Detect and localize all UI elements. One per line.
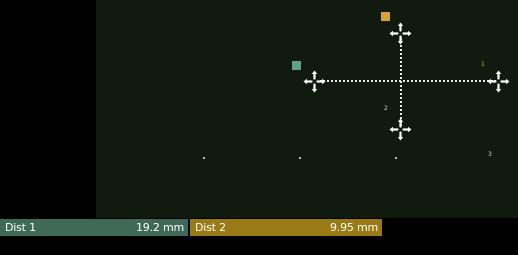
dist-2-measure-line[interactable] (400, 38, 402, 126)
measurement-label: Dist 1 (5, 221, 36, 234)
scale-tick (299, 157, 301, 159)
point-label-2: 2 (384, 105, 388, 112)
measurement-value: 9.95 mm (329, 221, 378, 234)
scale-tick (203, 157, 205, 159)
image-viewport[interactable] (96, 0, 518, 218)
image-viewer: 1 2 3 Dist 1 19.2 mm Dist 2 9.95 mm (0, 0, 518, 255)
crosshair-handle-icon[interactable] (303, 70, 326, 93)
crosshair-handle-icon[interactable] (389, 118, 412, 141)
crosshair-handle-icon[interactable] (487, 70, 510, 93)
scale-tick (395, 157, 397, 159)
crosshair-handle-icon[interactable] (389, 22, 412, 45)
scale-label: 3 (488, 151, 492, 158)
measurement-bar-dist-2[interactable]: Dist 2 9.95 mm (190, 219, 382, 236)
measurement-label: Dist 2 (195, 221, 226, 234)
point-label-1: 1 (481, 61, 485, 68)
dist-1-color-marker (292, 61, 301, 70)
measurement-bar-dist-1[interactable]: Dist 1 19.2 mm (0, 219, 188, 236)
dist-2-color-marker (381, 12, 390, 21)
measurement-value: 19.2 mm (135, 221, 184, 234)
dist-1-measure-line[interactable] (320, 80, 496, 82)
